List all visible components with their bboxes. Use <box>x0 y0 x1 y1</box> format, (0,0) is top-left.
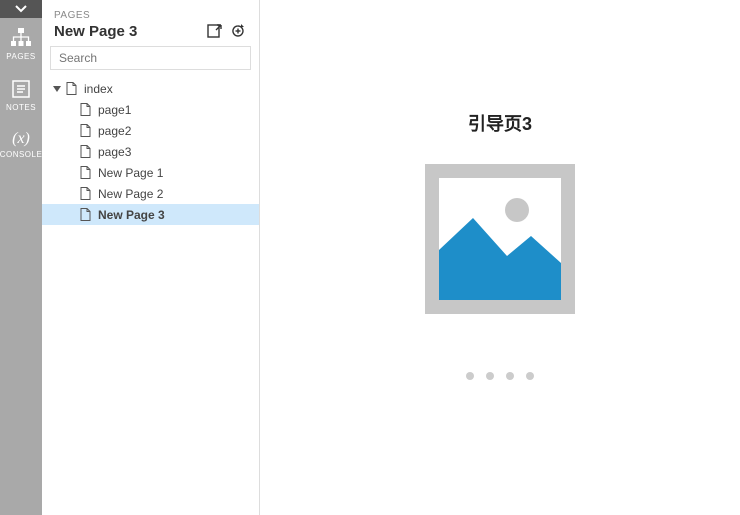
page-icon <box>80 103 91 116</box>
page-icon <box>66 82 77 95</box>
toolbar-label-pages: PAGES <box>6 52 35 61</box>
page-icon <box>80 166 91 179</box>
dot[interactable] <box>466 372 474 380</box>
tree-label: page3 <box>98 145 131 159</box>
tree-item-selected[interactable]: New Page 3 <box>42 204 259 225</box>
image-placeholder[interactable] <box>425 164 575 314</box>
toolbar-item-console[interactable]: (x) CONSOLE <box>0 120 42 167</box>
page-icon <box>80 208 91 221</box>
tree-item[interactable]: page1 <box>42 99 259 120</box>
panel-header: PAGES New Page 3 <box>42 0 259 46</box>
canvas-area[interactable]: 引导页3 <box>260 0 740 515</box>
tree-label: New Page 3 <box>98 208 165 222</box>
pages-panel: PAGES New Page 3 <box>42 0 260 515</box>
dot[interactable] <box>486 372 494 380</box>
page-icon <box>80 145 91 158</box>
variable-icon: (x) <box>12 130 30 148</box>
tree-label: index <box>84 82 113 96</box>
page-title: 引导页3 <box>468 110 532 136</box>
tree-item[interactable]: New Page 1 <box>42 162 259 183</box>
toolbar-item-notes[interactable]: NOTES <box>0 69 42 120</box>
chevron-down-icon <box>14 4 28 14</box>
panel-title: PAGES <box>54 10 247 21</box>
tree-root-item[interactable]: index <box>42 78 259 99</box>
main-toolbar: PAGES NOTES (x) CONSOLE <box>0 0 42 515</box>
add-page-icon[interactable] <box>232 24 247 39</box>
tree-label: New Page 2 <box>98 187 163 201</box>
search-input[interactable] <box>50 46 251 70</box>
page-icon <box>80 124 91 137</box>
dot[interactable] <box>526 372 534 380</box>
sitemap-icon <box>10 28 32 48</box>
toolbar-item-pages[interactable]: PAGES <box>0 18 42 69</box>
toolbar-label-console: CONSOLE <box>0 150 42 159</box>
page-tree: index page1 page2 page3 New Page 1 <box>42 78 259 225</box>
notes-icon <box>11 79 31 99</box>
canvas-content: 引导页3 <box>425 110 575 380</box>
dot[interactable] <box>506 372 514 380</box>
tree-item[interactable]: page2 <box>42 120 259 141</box>
current-page-name: New Page 3 <box>54 23 137 40</box>
pagination-dots <box>466 372 534 380</box>
export-icon[interactable] <box>207 24 222 39</box>
tree-label: New Page 1 <box>98 166 163 180</box>
tree-item[interactable]: New Page 2 <box>42 183 259 204</box>
image-placeholder-icon <box>439 178 561 300</box>
toolbar-label-notes: NOTES <box>6 103 36 112</box>
toolbar-collapse[interactable] <box>0 0 42 18</box>
collapse-toggle-icon[interactable] <box>52 85 62 93</box>
tree-item[interactable]: page3 <box>42 141 259 162</box>
tree-label: page1 <box>98 103 131 117</box>
tree-label: page2 <box>98 124 131 138</box>
page-icon <box>80 187 91 200</box>
